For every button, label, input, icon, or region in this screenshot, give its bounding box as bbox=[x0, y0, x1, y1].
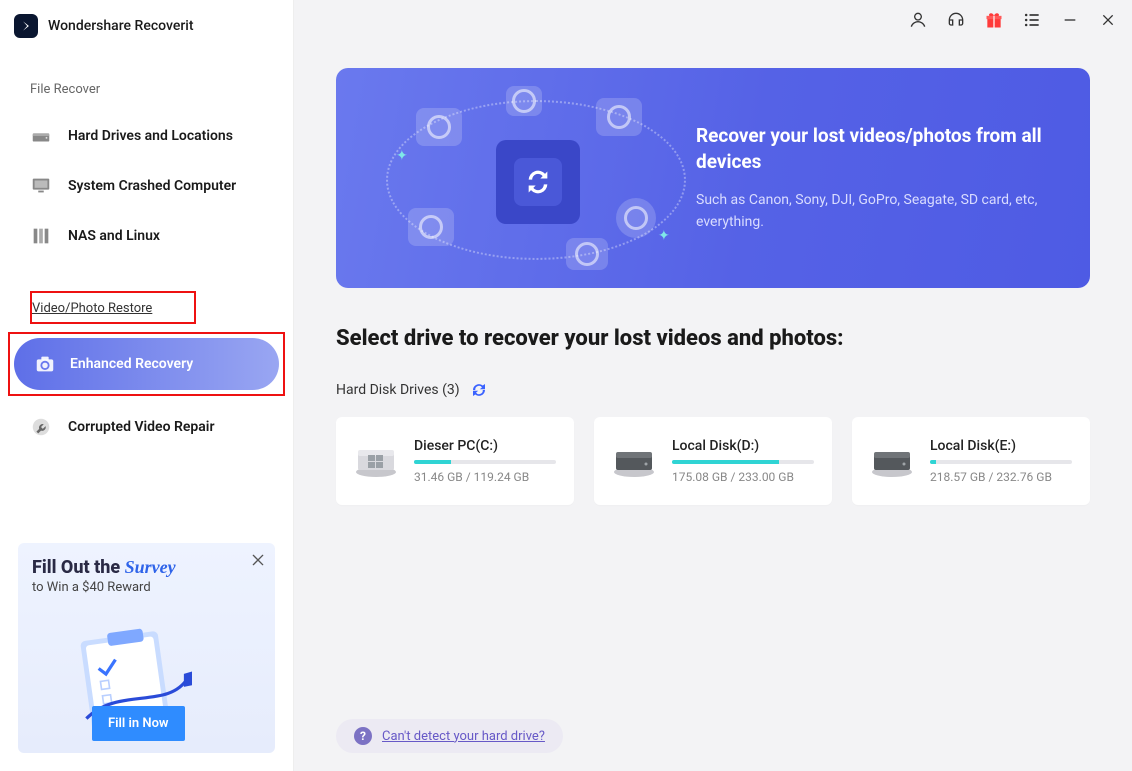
promo-subtitle: to Win a $40 Reward bbox=[32, 580, 261, 595]
banner-title: Recover your lost videos/photos from all… bbox=[696, 123, 1050, 176]
drive-card[interactable]: Dieser PC(C:) 31.46 GB / 119.24 GB bbox=[336, 417, 574, 505]
footer-help: ? Can't detect your hard drive? bbox=[336, 719, 563, 753]
section-file-recover: File Recover bbox=[0, 48, 293, 111]
nav-hard-drives[interactable]: Hard Drives and Locations bbox=[0, 111, 293, 161]
monitor-icon bbox=[30, 175, 52, 197]
app-title: Wondershare Recoverit bbox=[48, 18, 194, 34]
drive-card[interactable]: Local Disk(E:) 218.57 GB / 232.76 GB bbox=[852, 417, 1090, 505]
promo-card: Fill Out the Survey to Win a $40 Reward … bbox=[18, 543, 275, 753]
drive-size: 31.46 GB / 119.24 GB bbox=[414, 470, 556, 484]
promo-title: Fill Out the Survey bbox=[32, 557, 261, 578]
nav-system-crashed[interactable]: System Crashed Computer bbox=[0, 161, 293, 211]
promo-close-button[interactable] bbox=[247, 549, 269, 571]
hdd-label: Hard Disk Drives (3) bbox=[336, 382, 460, 398]
nav-corrupted-video[interactable]: Corrupted Video Repair bbox=[0, 402, 293, 452]
drive-icon bbox=[354, 444, 398, 478]
main-panel: ✦ ✦ Recover your lost videos/photos from… bbox=[294, 0, 1132, 771]
hero-banner: ✦ ✦ Recover your lost videos/photos from… bbox=[336, 68, 1090, 288]
nav-enhanced-recovery[interactable]: Enhanced Recovery bbox=[14, 338, 279, 390]
refresh-button[interactable] bbox=[470, 381, 488, 399]
drive-name: Local Disk(E:) bbox=[930, 438, 1072, 454]
sidebar: Wondershare Recoverit File Recover Hard … bbox=[0, 0, 294, 771]
support-icon[interactable] bbox=[946, 10, 966, 30]
promo-fill-button[interactable]: Fill in Now bbox=[92, 706, 185, 741]
select-drive-title: Select drive to recover your lost videos… bbox=[336, 326, 1090, 351]
drive-list: Dieser PC(C:) 31.46 GB / 119.24 GB Local D… bbox=[336, 417, 1090, 505]
menu-icon[interactable] bbox=[1022, 10, 1042, 30]
banner-illustration: ✦ ✦ bbox=[336, 68, 696, 288]
section-video-photo: Video/Photo Restore bbox=[30, 291, 196, 324]
drive-icon bbox=[612, 444, 656, 478]
nav-label: Corrupted Video Repair bbox=[68, 419, 214, 435]
banner-subtitle: Such as Canon, Sony, DJI, GoPro, Seagate… bbox=[696, 190, 1050, 233]
server-icon bbox=[30, 225, 52, 247]
nav-label: Hard Drives and Locations bbox=[68, 128, 233, 144]
titlebar: Wondershare Recoverit bbox=[0, 0, 293, 48]
hard-drive-icon bbox=[30, 125, 52, 147]
cant-detect-link[interactable]: ? Can't detect your hard drive? bbox=[336, 719, 563, 753]
nav-label: Enhanced Recovery bbox=[70, 356, 193, 372]
drive-icon bbox=[870, 444, 914, 478]
app-logo bbox=[14, 14, 38, 38]
help-text: Can't detect your hard drive? bbox=[382, 729, 545, 744]
window-controls bbox=[908, 10, 1118, 30]
drive-usage-bar bbox=[414, 460, 556, 464]
nav-label: NAS and Linux bbox=[68, 228, 160, 244]
wrench-icon bbox=[30, 416, 52, 438]
drive-name: Dieser PC(C:) bbox=[414, 438, 556, 454]
drive-size: 218.57 GB / 232.76 GB bbox=[930, 470, 1072, 484]
drive-name: Local Disk(D:) bbox=[672, 438, 814, 454]
drive-size: 175.08 GB / 233.00 GB bbox=[672, 470, 814, 484]
nav-label: System Crashed Computer bbox=[68, 178, 236, 194]
gift-icon[interactable] bbox=[984, 10, 1004, 30]
drive-usage-bar bbox=[672, 460, 814, 464]
nav-nas-linux[interactable]: NAS and Linux bbox=[0, 211, 293, 261]
enhanced-recovery-highlight: Enhanced Recovery bbox=[8, 332, 285, 396]
account-icon[interactable] bbox=[908, 10, 928, 30]
drive-usage-bar bbox=[930, 460, 1072, 464]
drive-card[interactable]: Local Disk(D:) 175.08 GB / 233.00 GB bbox=[594, 417, 832, 505]
minimize-button[interactable] bbox=[1060, 10, 1080, 30]
hdd-section-header: Hard Disk Drives (3) bbox=[336, 381, 1090, 399]
camera-icon bbox=[34, 353, 56, 375]
question-icon: ? bbox=[354, 727, 372, 745]
close-button[interactable] bbox=[1098, 10, 1118, 30]
